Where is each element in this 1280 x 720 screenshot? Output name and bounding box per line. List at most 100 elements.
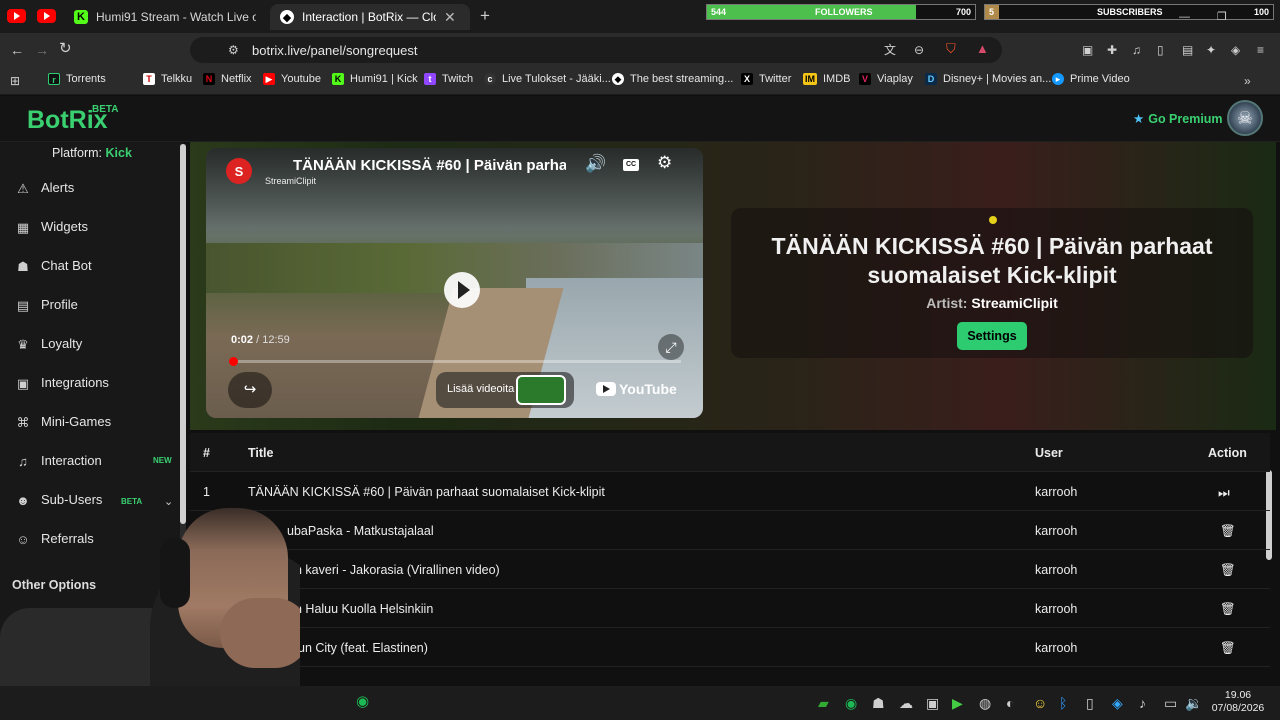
share-icon[interactable]: ↪	[228, 372, 272, 408]
spotify-tray-icon[interactable]: ◉	[845, 696, 857, 710]
settings-gear-icon[interactable]: ⚙	[657, 154, 672, 171]
artist-line: Artist: StreamiClipit	[731, 295, 1253, 311]
bookmark-label: Live Tulokset - Jääki...	[502, 73, 611, 85]
brave-shields-icon[interactable]: ⛉	[946, 42, 956, 56]
sidebar-item-widgets[interactable]: ▦ Widgets	[14, 219, 88, 235]
new-badge: NEW	[153, 456, 172, 465]
play-tray-icon[interactable]: ▶	[952, 696, 963, 710]
tray-app-icon[interactable]: ▣	[926, 696, 939, 710]
sidebar-item-chat-bot[interactable]: ☗ Chat Bot	[14, 258, 91, 274]
sidebar-item-interaction[interactable]: ♫ Interaction	[14, 453, 102, 469]
media-icon[interactable]: ♫	[1132, 43, 1141, 57]
video-channel[interactable]: StreamiClipit	[265, 176, 316, 186]
bookmark-twitch[interactable]: t Twitch	[424, 73, 473, 85]
bookmark-prime[interactable]: ▸ Prime Video	[1052, 73, 1130, 85]
table-row: n kaveri - Jakorasia (Virallinen video) …	[190, 550, 1270, 589]
menu-icon[interactable]: ≡	[1257, 43, 1264, 57]
telkku-icon: T	[143, 73, 155, 85]
youtube-pinned-tab-icon[interactable]	[37, 9, 56, 23]
bookmark-imdb[interactable]: IM IMDB	[803, 73, 851, 85]
sidebar-toggle-icon[interactable]: ▯	[1157, 43, 1164, 57]
maximize-icon[interactable]: ❐	[1217, 10, 1227, 24]
trash-icon[interactable]: 🗑	[1220, 641, 1236, 656]
new-tab-icon[interactable]: +	[480, 7, 490, 24]
trash-icon[interactable]: 🗑	[1220, 602, 1236, 617]
bookmark-netflix[interactable]: N Netflix	[203, 73, 252, 85]
leo-icon[interactable]: ✦	[1206, 43, 1216, 57]
progress-bar[interactable]	[228, 357, 681, 366]
avatar[interactable]: ☠	[1227, 100, 1263, 136]
bookmark-streaming[interactable]: ◆ The best streaming...	[612, 73, 733, 85]
bookmark-telkku[interactable]: T Telkku	[143, 73, 192, 85]
site-info-icon[interactable]: ⚙	[228, 43, 239, 57]
clock[interactable]: 19.06 07/08/2026	[1208, 689, 1268, 715]
brave-rewards-icon[interactable]: ▲	[976, 42, 989, 56]
usb-icon[interactable]: ▯	[1086, 696, 1094, 710]
forward-icon[interactable]: →	[35, 43, 49, 57]
close-tab-icon[interactable]: ✕	[444, 9, 456, 26]
channel-avatar[interactable]: S	[226, 158, 252, 184]
bookmark-live-tulokset[interactable]: c Live Tulokset - Jääki...	[484, 73, 611, 85]
apps-icon[interactable]: ⊞	[10, 74, 20, 88]
sidebar-item-mini-games[interactable]: ⌘ Mini-Games	[14, 414, 112, 430]
youtube-player[interactable]: S TÄNÄÄN KICKISSÄ #60 | Päivän parhaat s…	[206, 148, 703, 418]
wallet-icon[interactable]: ▤	[1182, 43, 1193, 57]
bluetooth-icon[interactable]: ᛒ	[1059, 696, 1067, 710]
trash-icon[interactable]: 🗑	[1220, 524, 1236, 539]
extension-icon[interactable]: ▣	[1082, 43, 1093, 57]
tray-app-icon[interactable]: ◍	[979, 696, 991, 710]
translate-icon[interactable]: 文	[884, 43, 896, 57]
address-bar[interactable]: ⚙ botrix.live/panel/songrequest 文 ⊖ ⛉ ▲	[190, 37, 1002, 63]
platform-value: Kick	[105, 146, 132, 160]
bookmark-viaplay[interactable]: V Viaplay	[859, 73, 913, 85]
url-text[interactable]: botrix.live/panel/songrequest	[252, 43, 418, 58]
bookmark-humi91-kick[interactable]: K Humi91 | Kick	[332, 73, 418, 85]
table-row: un City (feat. Elastinen) karrooh 🗑	[190, 628, 1270, 667]
video-title[interactable]: TÄNÄÄN KICKISSÄ #60 | Päivän parhaat suo…	[293, 157, 566, 174]
zoom-icon[interactable]: ⊖	[914, 43, 924, 57]
subscribers-goal-bar: 5 SUBSCRIBERS 100	[984, 4, 1274, 20]
bookmark-torrents[interactable]: r Torrents	[48, 73, 106, 85]
trash-icon[interactable]: 🗑	[1220, 563, 1236, 578]
back-icon[interactable]: ←	[10, 43, 24, 57]
minimize-icon[interactable]: —	[1179, 10, 1190, 24]
skip-icon[interactable]: ⏭	[1218, 485, 1230, 501]
puzzle-icon[interactable]: ✚	[1107, 43, 1117, 57]
more-bookmarks-icon[interactable]: »	[1244, 74, 1251, 88]
settings-button[interactable]: Settings	[957, 322, 1027, 350]
fullscreen-icon[interactable]: ⤢	[658, 334, 684, 360]
tab-kick-stream[interactable]: K Humi91 Stream - Watch Live on Kick	[64, 4, 266, 30]
bookmark-disney[interactable]: D Disney+ | Movies an...	[925, 73, 1051, 85]
spotify-icon[interactable]: ◉	[356, 694, 369, 709]
more-videos-button[interactable]: Lisää videoita	[436, 372, 574, 408]
tray-app-icon[interactable]: ◈	[1112, 696, 1123, 710]
subscribers-label: SUBSCRIBERS	[1097, 7, 1163, 17]
volume-tray-icon[interactable]: 🔉	[1185, 696, 1202, 710]
sidebar-item-label: Mini-Games	[41, 414, 112, 429]
youtube-logo[interactable]: YouTube	[596, 381, 677, 397]
tab-botrix[interactable]: ◆ Interaction | BotRix — Cloud Stre ✕	[270, 4, 470, 30]
sidebar-item-loyalty[interactable]: ♛ Loyalty	[14, 336, 82, 352]
sidebar-item-integrations[interactable]: ▣ Integrations	[14, 375, 109, 391]
go-premium-button[interactable]: ★ Go Premium	[1133, 111, 1223, 127]
sidebar-item-alerts[interactable]: ⚠ Alerts	[14, 180, 74, 196]
nvidia-icon[interactable]: ▰	[818, 696, 829, 710]
tray-app-icon[interactable]: ☺	[1033, 696, 1047, 710]
sidebar-item-profile[interactable]: ▤ Profile	[14, 297, 78, 313]
vpn-icon[interactable]: ◈	[1231, 43, 1240, 57]
sidebar-item-label: Widgets	[41, 219, 88, 234]
captions-icon[interactable]: CC	[623, 159, 639, 171]
reload-icon[interactable]: ↻	[59, 41, 72, 56]
bookmark-twitter[interactable]: X Twitter	[741, 73, 791, 85]
cloud-icon[interactable]: ☁	[899, 696, 913, 710]
network-icon[interactable]: ▭	[1164, 696, 1177, 710]
play-icon	[458, 281, 470, 299]
volume-icon[interactable]: 🔊	[585, 155, 606, 172]
progress-knob[interactable]	[228, 357, 238, 366]
row-title: ubaPaska - Matkustajalaal	[287, 524, 434, 538]
microphone-icon[interactable]: ♪	[1139, 696, 1146, 710]
tray-app-icon[interactable]: ◐	[1006, 696, 1014, 710]
bookmark-youtube[interactable]: ▶ Youtube	[263, 73, 321, 85]
discord-icon[interactable]: ☗	[872, 696, 885, 710]
youtube-pinned-tab-icon[interactable]	[7, 9, 26, 23]
